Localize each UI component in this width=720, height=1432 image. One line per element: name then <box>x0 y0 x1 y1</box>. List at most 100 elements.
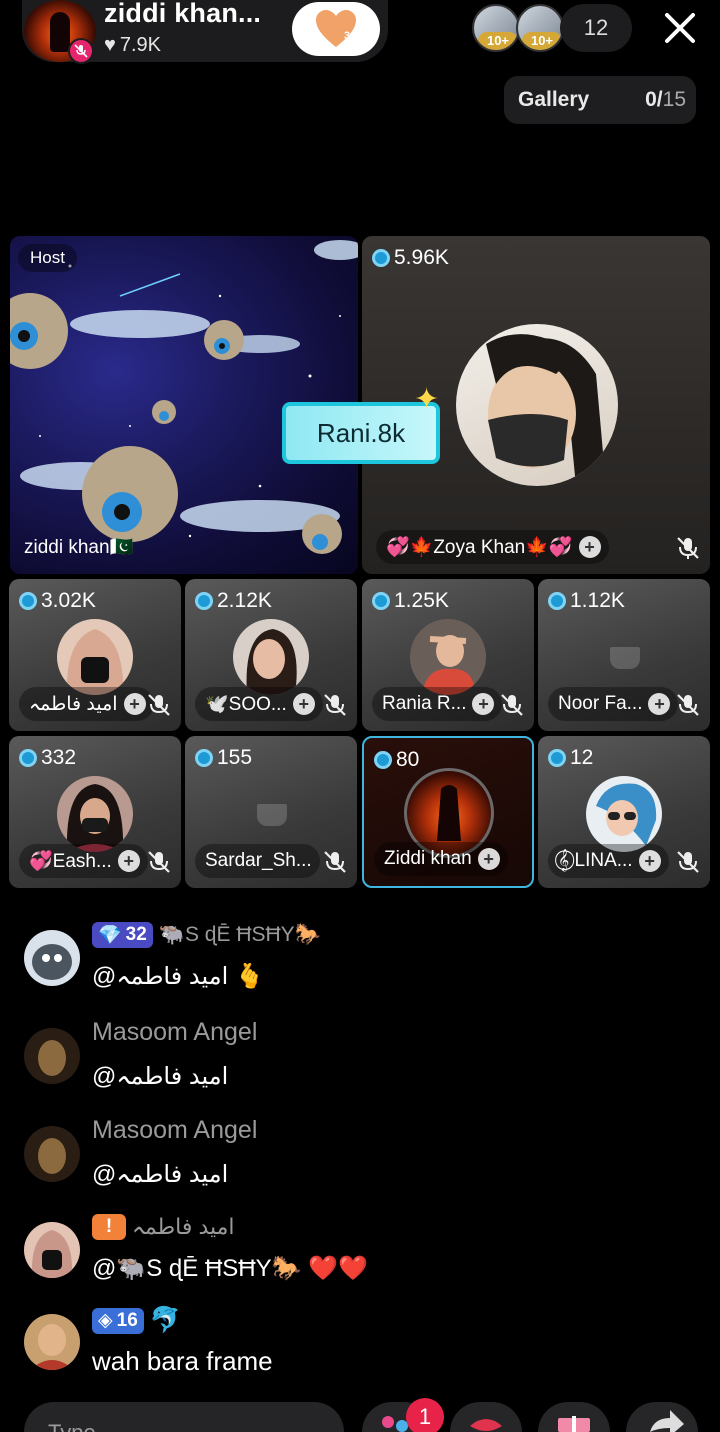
coin-count: 1.25K <box>372 589 449 613</box>
follow-button[interactable]: 3 <box>292 2 380 56</box>
chat-username[interactable]: امید فاطمہ <box>132 1214 235 1240</box>
mic-off-icon <box>148 694 170 716</box>
seat-name: Noor Fa... <box>558 693 643 714</box>
guest-avatar <box>456 324 618 486</box>
chat-username[interactable]: 🐃S ɖĒ ĦSĦY🐎 <box>159 923 321 947</box>
coin-count: 155 <box>195 746 252 770</box>
guest-name: 💞🍁Zoya Khan🍁💞 <box>386 537 573 558</box>
level-badge: 💎 32 <box>92 922 153 948</box>
viewer-avatar[interactable]: 10+ <box>472 4 520 52</box>
follow-count: 3 <box>344 30 351 42</box>
seat-slot[interactable]: 155 Sardar_Sh... <box>185 736 357 888</box>
chat-username[interactable]: Masoom Angel <box>92 1018 257 1047</box>
level-badge: ! <box>92 1214 126 1240</box>
chat-text: @🐃S ɖĒ ĦSĦY🐎 ❤️❤️ <box>92 1255 368 1282</box>
add-icon[interactable]: + <box>117 850 140 872</box>
gallery-label: Gallery <box>518 88 590 111</box>
chat-avatar[interactable] <box>24 1314 80 1370</box>
chat-input[interactable]: Type... <box>24 1402 344 1432</box>
mic-off-icon <box>148 851 170 873</box>
chat-avatar[interactable] <box>24 930 80 986</box>
host-name: ziddi khan... <box>104 0 262 28</box>
mic-off-icon <box>677 851 699 873</box>
seat-slot-active[interactable]: 80 Ziddi khan + <box>362 736 534 888</box>
seat-slot[interactable]: 3.02K امید فاطمہ + <box>9 579 181 731</box>
chat-text: @امید فاطمہ <box>92 1161 229 1188</box>
mic-off-icon <box>677 694 699 716</box>
coin-value: 3.02K <box>41 589 96 612</box>
chat-text: @امید فاطمہ 🫰 <box>92 963 265 990</box>
viewer-badge: 10+ <box>522 32 562 50</box>
chat-avatar[interactable] <box>24 1222 80 1278</box>
viewer-count[interactable]: 12 <box>560 4 632 52</box>
host-likes: ♥ 7.9K <box>104 34 161 57</box>
coin-value: 5.96K <box>394 246 449 269</box>
coin-count: 2.12K <box>195 589 272 613</box>
level-number: 16 <box>116 1309 138 1331</box>
host-likes-value: 7.9K <box>119 34 162 56</box>
add-icon[interactable]: + <box>578 536 601 558</box>
gallery-count: 0/15 <box>645 88 686 112</box>
seat-name-pill: Noor Fa... + <box>548 687 679 721</box>
add-icon[interactable]: + <box>123 693 146 715</box>
coin-count: 1.12K <box>548 589 625 613</box>
seat-name: 💞Eash... <box>29 851 112 872</box>
seat-name: امید فاطمہ <box>29 693 118 715</box>
add-icon[interactable]: + <box>292 693 315 715</box>
coin-value: 2.12K <box>217 589 272 612</box>
level-badge: ◈ 16 <box>92 1307 144 1334</box>
coin-count: 12 <box>548 746 593 770</box>
seat-name: Rania R... <box>382 693 467 714</box>
add-icon[interactable]: + <box>472 693 495 715</box>
share-arrow-icon <box>650 1410 684 1432</box>
chat-avatar[interactable] <box>24 1126 80 1182</box>
viewer-badge: 10+ <box>478 32 518 50</box>
seat-name-pill: Ziddi khan + <box>374 842 508 876</box>
host-seat-name: ziddi khan🇵🇰 <box>24 537 134 558</box>
add-icon[interactable]: + <box>648 693 671 715</box>
chat-avatar[interactable] <box>24 1028 80 1084</box>
seat-slot[interactable]: 2.12K 🕊️SOO... + <box>185 579 357 731</box>
coin-icon <box>195 749 213 767</box>
mic-off-icon <box>677 537 699 559</box>
add-icon[interactable]: + <box>477 848 500 870</box>
seat-slot[interactable]: 12 𝄞⃝ LINA... + <box>538 736 710 888</box>
viewer-avatar[interactable]: 10+ <box>516 4 564 52</box>
chat-username[interactable]: 🐬 <box>150 1306 181 1335</box>
seat-name: Sardar_Sh... <box>205 850 312 871</box>
guest-name-pill: 💞🍁Zoya Khan🍁💞 + <box>376 530 609 564</box>
add-icon[interactable]: + <box>638 850 661 872</box>
share-button[interactable] <box>626 1402 698 1432</box>
empty-seat-cup-icon <box>610 647 640 669</box>
diamond-icon: ◈ <box>98 1310 113 1331</box>
seat-name: Ziddi khan <box>384 848 472 869</box>
seat-slot[interactable]: 332 💞Eash... + <box>9 736 181 888</box>
lips-button[interactable] <box>450 1402 522 1432</box>
seat-slot[interactable]: 1.25K Rania R... + <box>362 579 534 731</box>
heart-icon <box>316 10 356 47</box>
chat-text: @امید فاطمہ <box>92 1063 229 1090</box>
coin-value: 1.12K <box>570 589 625 612</box>
coin-icon <box>19 592 37 610</box>
seat-name-pill: 🕊️SOO... + <box>195 687 323 721</box>
seat-avatar <box>410 619 486 695</box>
close-button[interactable] <box>656 6 704 50</box>
seat-avatar <box>57 619 133 695</box>
host-tag: Host <box>18 244 77 272</box>
diamond-icon: 💎 <box>98 925 122 946</box>
seat-slot[interactable]: 1.12K Noor Fa... + <box>538 579 710 731</box>
coin-icon <box>374 751 392 769</box>
coin-icon <box>548 592 566 610</box>
chat-username[interactable]: Masoom Angel <box>92 1116 257 1145</box>
seat-name-pill: Sardar_Sh... <box>195 844 320 878</box>
level-number: 32 <box>125 924 147 945</box>
chat-header: ◈ 16 🐬 <box>92 1306 181 1335</box>
coin-value: 80 <box>396 748 420 771</box>
lips-icon <box>470 1419 502 1431</box>
chat-header: ! امید فاطمہ <box>92 1214 235 1240</box>
coin-value: 155 <box>217 746 253 769</box>
chat-header: 💎 32 🐃S ɖĒ ĦSĦY🐎 <box>92 922 321 948</box>
gallery-button[interactable]: Gallery 0/15 <box>504 76 696 124</box>
gift-button[interactable] <box>538 1402 610 1432</box>
coin-icon <box>372 592 390 610</box>
